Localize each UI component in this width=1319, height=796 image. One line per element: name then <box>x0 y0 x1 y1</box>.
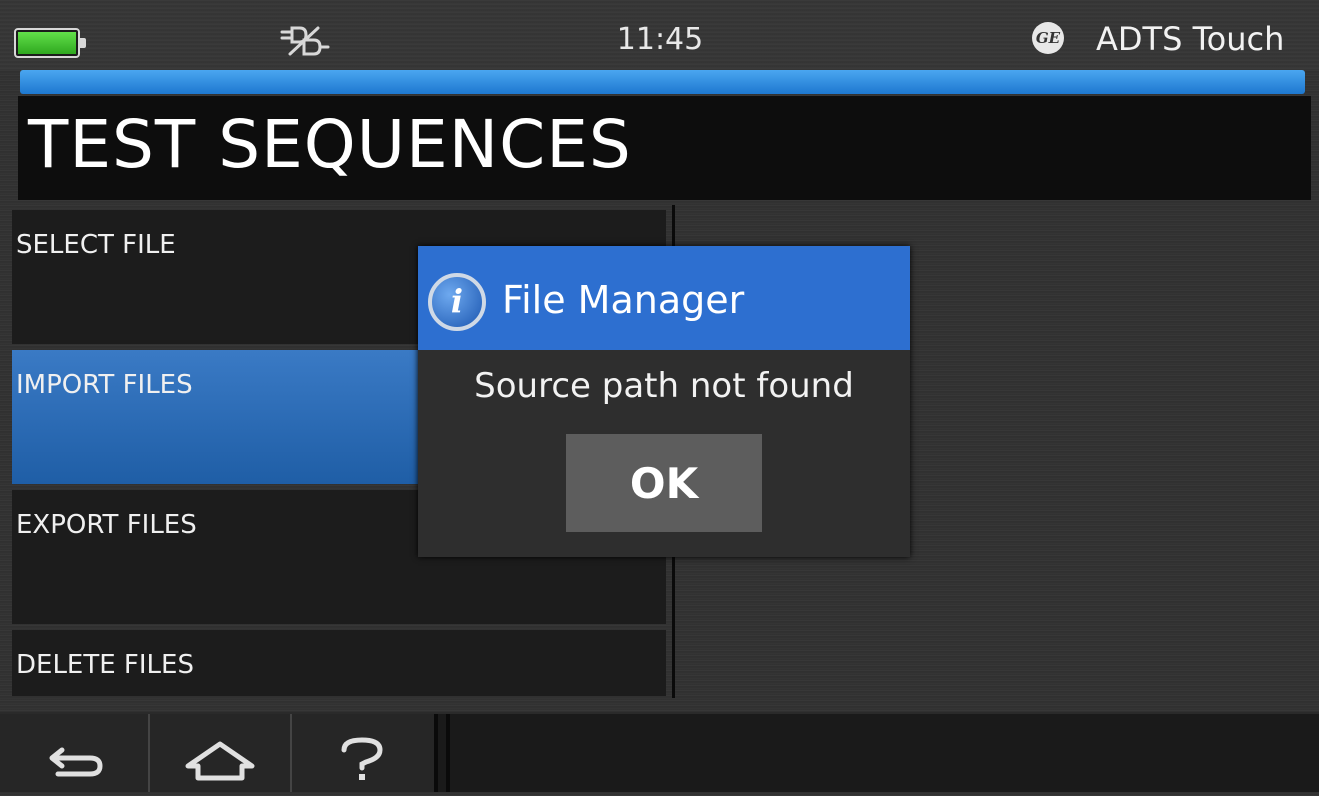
back-arrow-icon <box>49 747 103 777</box>
page-title: TEST SEQUENCES <box>28 106 632 183</box>
brand-name: ADTS Touch <box>1096 20 1285 58</box>
menu-item-label: EXPORT FILES <box>16 510 197 540</box>
battery-icon <box>14 28 86 58</box>
dialog-title: File Manager <box>502 278 745 322</box>
progress-bar <box>20 70 1305 94</box>
status-bar: 11:45 GE ADTS Touch <box>0 0 1319 70</box>
bottom-nav <box>0 712 1319 792</box>
clock: 11:45 <box>616 22 704 57</box>
menu-item-label: IMPORT FILES <box>16 370 193 400</box>
home-icon <box>185 741 255 781</box>
title-bar: TEST SEQUENCES <box>18 96 1311 200</box>
file-manager-dialog: i File Manager Source path not found OK <box>418 246 910 557</box>
help-icon <box>341 737 383 780</box>
menu-item-label: SELECT FILE <box>16 230 176 260</box>
home-button[interactable] <box>150 714 290 792</box>
menu-item-delete-files[interactable]: DELETE FILES <box>12 630 666 696</box>
disconnected-plug-icon <box>280 26 330 56</box>
back-button[interactable] <box>0 714 148 792</box>
ge-logo: GE <box>1032 22 1064 54</box>
help-button[interactable] <box>292 714 434 792</box>
dialog-header: i File Manager <box>418 246 910 350</box>
battery-level <box>18 32 76 54</box>
dialog-message: Source path not found <box>474 366 854 406</box>
menu-item-label: DELETE FILES <box>16 650 194 680</box>
info-icon: i <box>428 273 486 331</box>
ok-button[interactable]: OK <box>566 434 762 532</box>
